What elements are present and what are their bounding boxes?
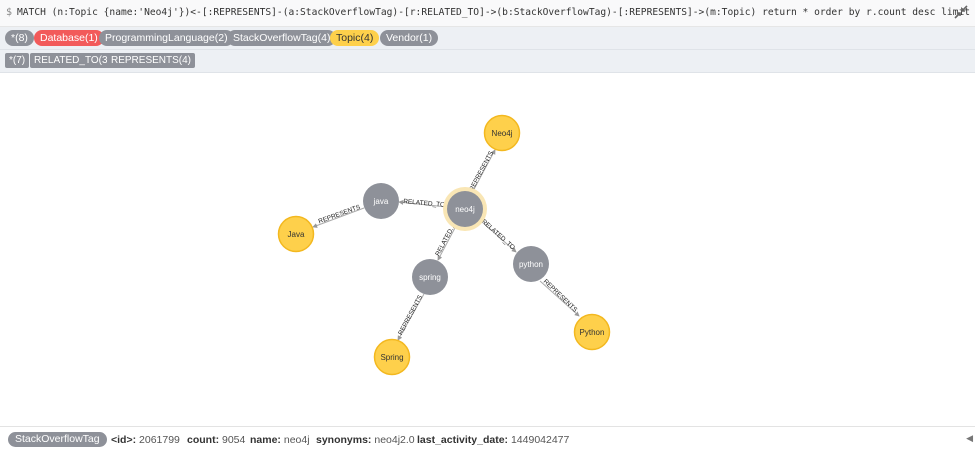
edge-label: REPRESENTS — [468, 150, 495, 193]
node-label-all[interactable]: *(8) — [5, 30, 34, 46]
prop-key: name: — [250, 434, 281, 446]
prop-key: synonyms: — [316, 434, 372, 446]
collapse-icon[interactable] — [953, 4, 969, 20]
edge-label: RELATED_TO — [403, 198, 445, 209]
rel-type-all[interactable]: *(7) — [5, 53, 30, 68]
panel-toggle-icon[interactable]: ◀ — [966, 433, 973, 444]
node-label-topic[interactable]: Topic(4) — [330, 30, 380, 46]
node-neo4j-topic[interactable]: Neo4j — [483, 114, 521, 152]
prop-id: <id>: 2061799 — [111, 434, 180, 446]
edge-label: REPRESENTS — [318, 204, 362, 226]
relationship-types-bar: *(7) RELATED_TO(3) REPRESENTS(4) — [0, 50, 975, 73]
prop-count: count: 9054 — [187, 434, 245, 446]
node-label: Java — [288, 230, 305, 239]
prop-value: neo4j — [283, 434, 310, 446]
node-label-database[interactable]: Database(1) — [34, 30, 104, 46]
prop-value: 9054 — [222, 434, 246, 446]
prop-synonyms: synonyms: neo4j2.0 — [316, 434, 415, 446]
node-label-programminglanguage[interactable]: ProgrammingLanguage(2) — [99, 30, 234, 46]
rel-type-related-to[interactable]: RELATED_TO(3) — [30, 53, 115, 68]
prop-last-activity-date: last_activity_date: 1449042477 — [417, 434, 569, 446]
graph-canvas[interactable]: REPRESENTS RELATED_TO RELATED... RELATED… — [0, 73, 975, 425]
selection-info-bar: StackOverflowTag <id>: 2061799 count: 90… — [0, 426, 975, 451]
node-label: java — [373, 197, 389, 206]
node-java-topic[interactable]: Java — [277, 215, 315, 253]
node-label: neo4j — [455, 205, 475, 214]
query-text[interactable]: MATCH (n:Topic {name:'Neo4j'})<-[:REPRES… — [17, 7, 975, 18]
node-label-vendor[interactable]: Vendor(1) — [380, 30, 439, 46]
edge-label: RELATED... — [434, 223, 457, 257]
node-java-tag[interactable]: java — [363, 183, 399, 219]
node-label: Python — [580, 328, 605, 337]
node-neo4j-tag[interactable]: neo4j — [443, 187, 487, 231]
edge-label: REPRESENTS — [542, 278, 579, 314]
node-label-stackoverflowtag[interactable]: StackOverflowTag(4) — [227, 30, 337, 46]
query-bar: $ MATCH (n:Topic {name:'Neo4j'})<-[:REPR… — [0, 0, 975, 27]
selected-node-label[interactable]: StackOverflowTag — [8, 432, 107, 447]
node-python-tag[interactable]: python — [513, 246, 549, 282]
node-label: Neo4j — [492, 129, 513, 138]
edge-label: RELATED_TO — [480, 218, 516, 251]
prop-key: last_activity_date: — [417, 434, 509, 446]
node-label: python — [519, 260, 543, 269]
node-label: Spring — [380, 353, 403, 362]
prop-key: count: — [187, 434, 220, 446]
prop-name: name: neo4j — [250, 434, 310, 446]
prop-value: neo4j2.0 — [374, 434, 415, 446]
node-python-topic[interactable]: Python — [573, 313, 611, 351]
rel-type-represents[interactable]: REPRESENTS(4) — [107, 53, 196, 68]
node-spring-tag[interactable]: spring — [412, 259, 448, 295]
node-label: spring — [419, 273, 441, 282]
prop-value: 2061799 — [139, 434, 180, 446]
node-spring-topic[interactable]: Spring — [373, 338, 411, 376]
query-prompt: $ — [6, 7, 13, 18]
prop-value: 1449042477 — [510, 434, 570, 446]
prop-key: <id>: — [111, 434, 137, 446]
node-labels-bar: *(8) Database(1) ProgrammingLanguage(2) … — [0, 27, 975, 50]
edge-label: REPRESENTS — [397, 294, 424, 337]
